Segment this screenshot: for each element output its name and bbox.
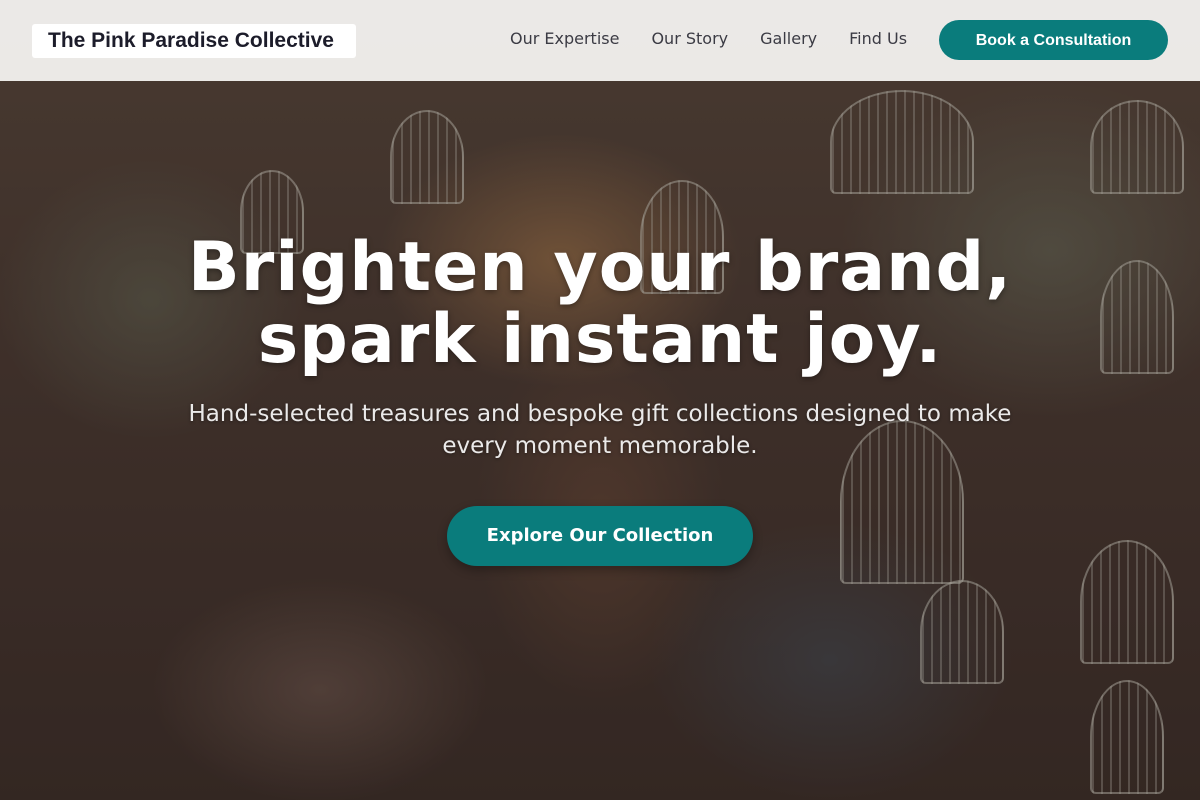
book-consultation-button[interactable]: Book a Consultation (939, 20, 1168, 60)
site-logo[interactable]: The Pink Paradise Collective (32, 24, 356, 58)
hero-title-line-1: Brighten your brand, (187, 228, 1013, 307)
hero-section: Brighten your brand, spark instant joy. … (0, 232, 1200, 566)
main-nav: Our Expertise Our Story Gallery Find Us (510, 29, 907, 49)
hero-subtitle: Hand-selected treasures and bespoke gift… (188, 401, 1012, 459)
hero-title: Brighten your brand, spark instant joy. (0, 232, 1200, 376)
explore-collection-button[interactable]: Explore Our Collection (447, 506, 753, 566)
nav-link-our-expertise[interactable]: Our Expertise (510, 29, 619, 49)
nav-link-find-us[interactable]: Find Us (849, 29, 907, 49)
page: The Pink Paradise Collective Our Experti… (0, 0, 1200, 800)
site-header: The Pink Paradise Collective Our Experti… (0, 0, 1200, 81)
nav-link-gallery[interactable]: Gallery (760, 29, 817, 49)
hero-title-line-2: spark instant joy. (257, 300, 943, 379)
nav-link-our-story[interactable]: Our Story (651, 29, 728, 49)
